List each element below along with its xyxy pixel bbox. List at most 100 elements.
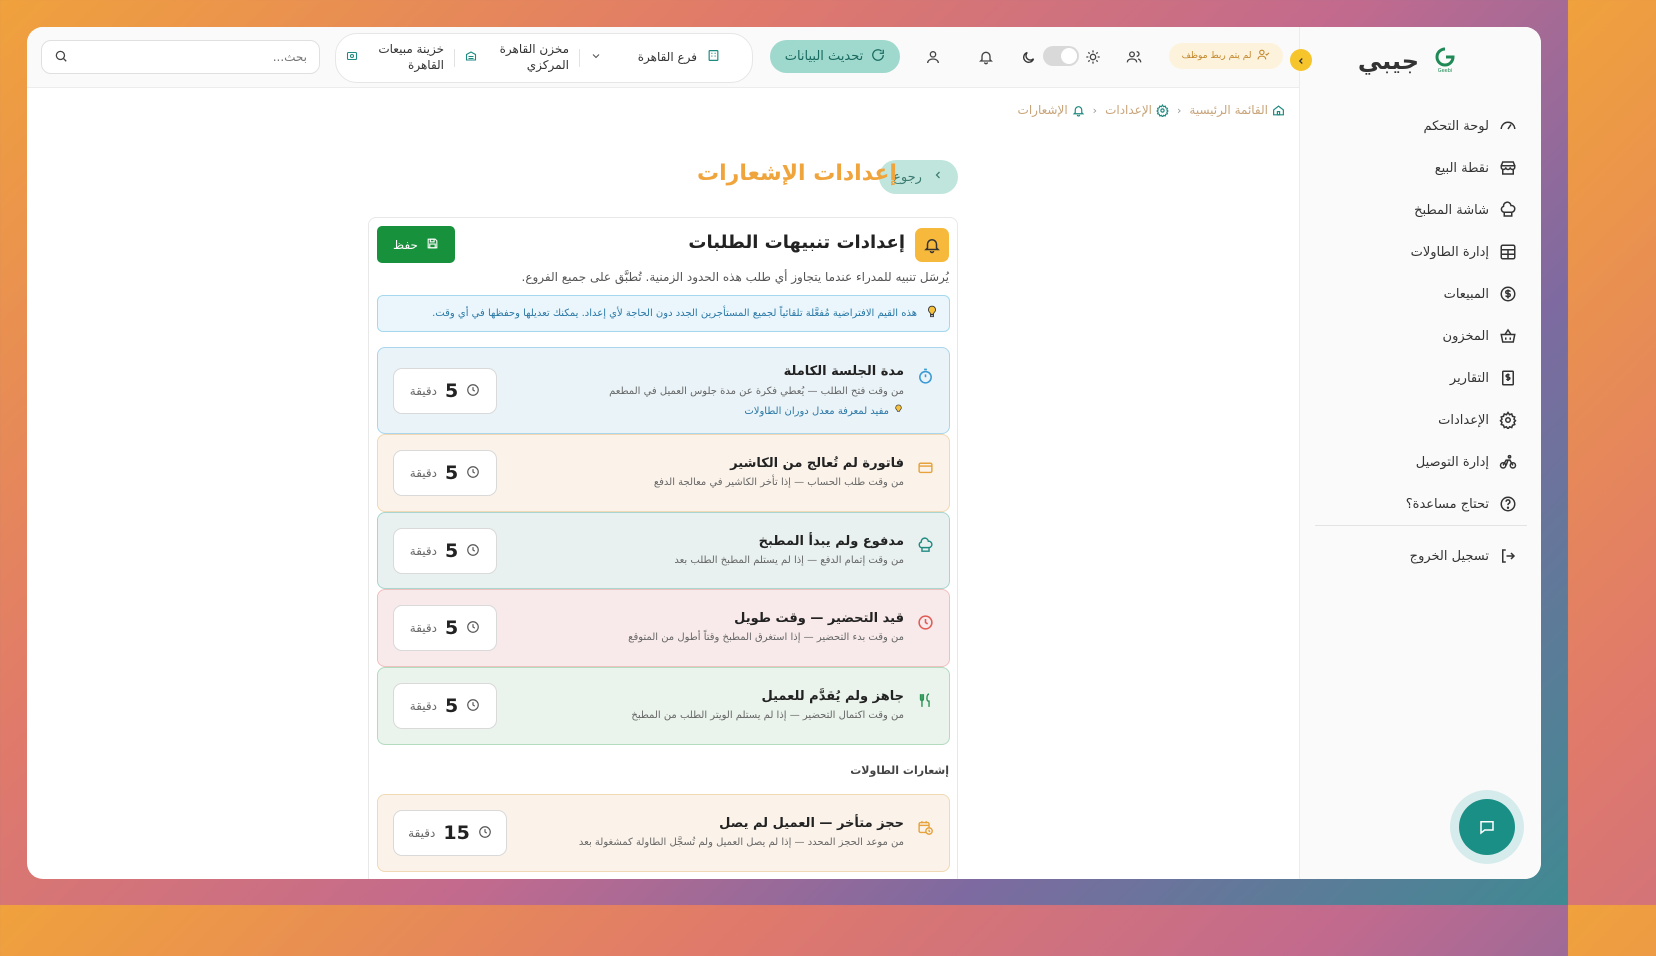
sidebar-item-label: المخزون <box>1442 328 1489 344</box>
search-input[interactable] <box>76 50 307 64</box>
card-description: يُرسَل تنبيه للمدراء عندما يتجاوز أي طلب… <box>521 270 950 284</box>
warehouse-label: مخزن القاهرة المركزي <box>499 42 569 72</box>
alert-title: مدفوع ولم يبدأ المطبخ <box>758 534 904 549</box>
warehouse-selector[interactable]: مخزن القاهرة المركزي <box>455 42 579 73</box>
alert-row-unprocessed-invoice: فاتورة لم تُعالج من الكاشير من وقت طلب ا… <box>377 434 950 512</box>
store-icon <box>1500 161 1516 175</box>
bell-icon <box>915 228 949 262</box>
sidebar-item-sales[interactable]: المبيعات <box>1317 273 1517 315</box>
clock-icon <box>915 612 935 632</box>
info-note: هذه القيم الافتراضية مُفعَّلة تلقائياً ل… <box>377 295 950 332</box>
chat-button[interactable] <box>1450 790 1524 864</box>
calendar-clock-icon <box>915 817 935 837</box>
sidebar-item-tables[interactable]: إدارة الطاولات <box>1317 231 1517 273</box>
top-header: خزينة مبيعات القاهرة مخزن القاهرة المركز… <box>27 27 1299 88</box>
sidebar-item-dashboard[interactable]: لوحة التحكم <box>1317 105 1517 147</box>
branch-dropdown[interactable]: فرع القاهرة <box>580 49 730 67</box>
alert-title: جاهز ولم يُقدَّم للعميل <box>761 689 904 704</box>
sidebar-item-reports[interactable]: التقارير <box>1317 357 1517 399</box>
users-icon[interactable] <box>1124 47 1144 67</box>
user-profile-icon[interactable] <box>923 47 943 67</box>
theme-toggle[interactable] <box>1043 46 1079 66</box>
breadcrumb-current: الإشعارات <box>1018 103 1085 117</box>
utensils-icon <box>915 690 935 710</box>
sidebar-item-inventory[interactable]: المخزون <box>1317 315 1517 357</box>
brand-name: جيبي <box>1357 47 1419 75</box>
sidebar: جيبي Geebi لوحة التحكم نقطة البيع شاشة ا… <box>1290 27 1541 879</box>
sidebar-item-label: شاشة المطبخ <box>1414 202 1489 218</box>
minutes-unit: دقيقة <box>409 544 437 558</box>
clock-icon <box>466 464 480 483</box>
save-button[interactable]: حفظ <box>377 226 455 263</box>
refresh-icon <box>871 48 885 66</box>
gear-icon <box>1499 411 1517 429</box>
breadcrumb-settings[interactable]: الإعدادات <box>1105 103 1169 117</box>
help-circle-icon <box>1500 496 1516 512</box>
minutes-unit: دقيقة <box>409 466 437 480</box>
chevron-down-icon <box>590 50 602 67</box>
refresh-data-button[interactable]: تحديث البيانات <box>770 40 900 73</box>
minutes-input[interactable]: دقيقة 5 <box>393 368 497 414</box>
dollar-circle-icon <box>1500 286 1516 302</box>
app-window: خزينة مبيعات القاهرة مخزن القاهرة المركز… <box>27 27 1541 879</box>
page-title: إعدادات الإشعارات <box>697 161 897 186</box>
branch-selector: خزينة مبيعات القاهرة مخزن القاهرة المركز… <box>335 33 753 83</box>
sun-icon[interactable] <box>1083 47 1103 67</box>
treasury-label: خزينة مبيعات القاهرة <box>378 42 444 72</box>
card-title: إعدادات تنبيهات الطلبات <box>688 232 905 253</box>
alert-row-late-reservation: حجز متأخر — العميل لم يصل من موعد الحجز … <box>377 794 950 872</box>
minutes-input[interactable]: دقيقة 5 <box>393 683 497 729</box>
sidebar-item-help[interactable]: تحتاج مساعدة؟ <box>1317 483 1517 525</box>
chevron-left-icon: ‹ <box>1177 103 1182 117</box>
sidebar-nav: لوحة التحكم نقطة البيع شاشة المطبخ إدارة… <box>1317 105 1517 525</box>
bell-icon[interactable] <box>976 47 996 67</box>
brand: جيبي Geebi <box>1358 47 1457 75</box>
logout-button[interactable]: تسجيل الخروج <box>1410 547 1517 565</box>
chevron-left-icon <box>1296 51 1306 70</box>
breadcrumb-current-label: الإشعارات <box>1017 103 1068 117</box>
moon-icon[interactable] <box>1018 47 1038 67</box>
minutes-value: 5 <box>444 540 459 562</box>
warehouse-icon <box>465 50 477 67</box>
search-box[interactable] <box>41 40 320 74</box>
minutes-value: 5 <box>444 462 459 484</box>
minutes-input[interactable]: دقيقة 5 <box>393 605 497 651</box>
sidebar-item-label: إدارة الطاولات <box>1410 244 1489 260</box>
sidebar-item-kitchen[interactable]: شاشة المطبخ <box>1317 189 1517 231</box>
chef-hat-icon <box>1500 201 1516 217</box>
chevron-right-icon <box>932 169 944 185</box>
sidebar-item-label: نقطة البيع <box>1434 160 1489 176</box>
minutes-input[interactable]: دقيقة 15 <box>393 810 507 856</box>
save-label: حفظ <box>393 237 418 252</box>
minutes-value: 5 <box>444 617 459 639</box>
lightbulb-icon <box>925 305 939 322</box>
clock-icon <box>466 697 480 716</box>
clock-icon <box>466 619 480 638</box>
sidebar-item-settings[interactable]: الإعدادات <box>1317 399 1517 441</box>
sidebar-item-label: لوحة التحكم <box>1423 118 1489 134</box>
sidebar-item-label: الإعدادات <box>1438 412 1489 428</box>
breadcrumb-home[interactable]: القائمة الرئيسية <box>1189 103 1285 117</box>
employee-link-badge[interactable]: لم يتم ربط موظف <box>1169 43 1283 69</box>
sidebar-item-label: إدارة التوصيل <box>1415 454 1489 470</box>
gear-icon <box>1156 103 1169 117</box>
minutes-input[interactable]: دقيقة 5 <box>393 528 497 574</box>
basket-icon <box>1500 328 1516 343</box>
minutes-value: 15 <box>443 822 470 844</box>
minutes-unit: دقيقة <box>408 826 436 840</box>
logo-text: Geebi <box>1438 68 1453 74</box>
sidebar-item-pos[interactable]: نقطة البيع <box>1317 147 1517 189</box>
logout-icon <box>1502 549 1516 563</box>
minutes-unit: دقيقة <box>409 384 437 398</box>
alert-subtitle: من وقت اكتمال التحضير — إذا لم يستلم الو… <box>631 710 904 721</box>
sidebar-collapse-button[interactable] <box>1290 49 1312 71</box>
search-icon <box>54 48 68 67</box>
sidebar-item-delivery[interactable]: إدارة التوصيل <box>1317 441 1517 483</box>
minutes-input[interactable]: دقيقة 5 <box>393 450 497 496</box>
chevron-left-icon: ‹ <box>1092 103 1098 117</box>
alert-subtitle: من وقت إتمام الدفع — إذا لم يستلم المطبخ… <box>674 555 904 566</box>
refresh-label: تحديث البيانات <box>784 49 864 64</box>
back-label: رجوع <box>893 169 922 185</box>
alert-subtitle: من وقت فتح الطلب — يُعطي فكرة عن مدة جلو… <box>609 386 904 397</box>
treasury-selector[interactable]: خزينة مبيعات القاهرة <box>336 42 454 73</box>
